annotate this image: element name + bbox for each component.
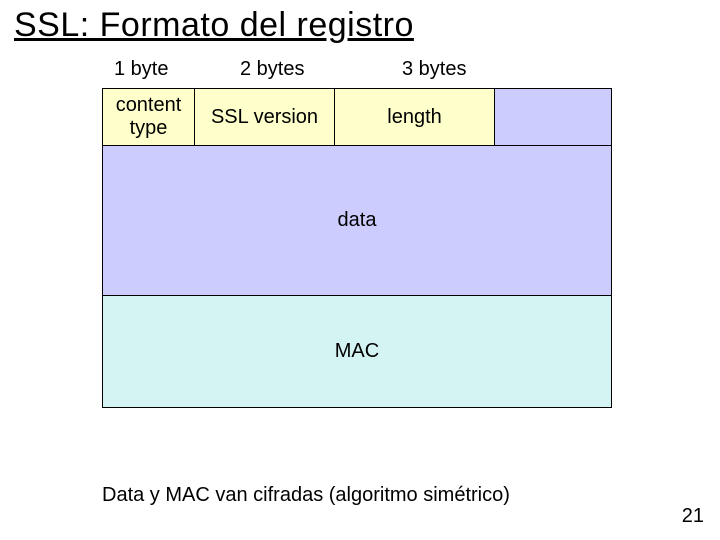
field-content-type: contenttype: [103, 89, 195, 145]
page-number: 21: [682, 505, 704, 528]
size-label-content-type: 1 byte: [114, 58, 168, 81]
slide-caption: Data y MAC van cifradas (algoritmo simét…: [102, 484, 510, 507]
field-ssl-version: SSL version: [195, 89, 335, 145]
field-mac: MAC: [103, 295, 611, 407]
record-header-row: contenttype SSL version length: [103, 89, 611, 145]
size-label-ssl-version: 2 bytes: [240, 58, 304, 81]
slide-title: SSL: Formato del registro: [14, 6, 414, 45]
field-length: length: [335, 89, 495, 145]
size-label-length: 3 bytes: [402, 58, 466, 81]
field-header-padding: [495, 89, 611, 145]
field-data: data: [103, 145, 611, 295]
ssl-record-diagram: contenttype SSL version length data MAC: [102, 88, 612, 408]
